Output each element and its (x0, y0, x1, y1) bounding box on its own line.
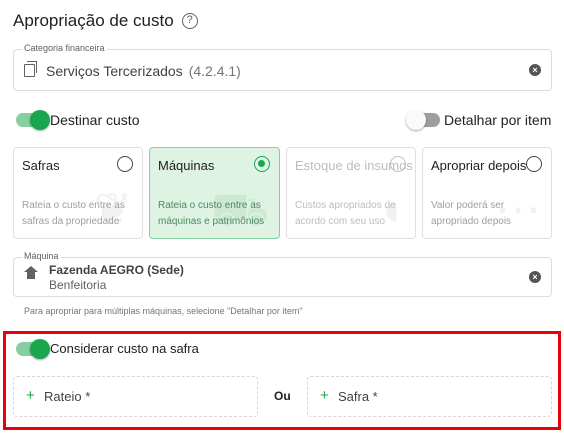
copy-icon (24, 61, 37, 77)
toggle-knob (30, 339, 50, 359)
option-radio (390, 156, 406, 172)
destinar-custo-toggle[interactable] (16, 110, 50, 130)
option-description: Custos apropriados de acordo com seu uso (295, 200, 396, 227)
categoria-financeira-label: Categoria financeira (22, 43, 107, 53)
safra-button[interactable]: + Safra * (307, 376, 552, 417)
page-title-text: Apropriação de custo (13, 11, 174, 30)
categoria-code: (4.2.4.1) (188, 63, 241, 79)
toggle-knob (406, 110, 426, 130)
toggle-knob (30, 110, 50, 130)
rateio-label: Rateio * (44, 389, 91, 404)
maquina-label: Máquina (22, 251, 61, 261)
destinar-custo-label: Destinar custo (50, 112, 140, 128)
option-description: Rateia o custo entre as máquinas e patri… (158, 200, 265, 227)
option-card-maquinas[interactable]: ⛟ Máquinas Rateia o custo entre as máqui… (149, 147, 280, 239)
plus-icon: + (26, 387, 35, 404)
help-circle-icon[interactable]: ? (181, 13, 198, 29)
maquina-subtitle: Benfeitoria (49, 278, 107, 292)
option-radio[interactable] (254, 156, 270, 172)
option-card-apropriar-depois[interactable]: ⋯ Apropriar depois Valor poderá ser apro… (422, 147, 552, 239)
safra-label: Safra * (338, 389, 378, 404)
plus-icon: + (320, 387, 329, 404)
categoria-name: Serviços Tercerizados (46, 63, 183, 79)
considerar-safra-toggle[interactable] (16, 339, 50, 359)
option-card-safras[interactable]: ❦ Safras Rateia o custo entre as safras … (13, 147, 143, 239)
clear-icon[interactable]: × (529, 64, 541, 76)
clear-icon[interactable]: × (529, 271, 541, 283)
maquina-hint: Para apropriar para múltiplas máquinas, … (24, 306, 303, 316)
maquina-name: Fazenda AEGRO (Sede) (49, 263, 184, 277)
page-title: Apropriação de custo ? (13, 11, 198, 31)
option-description: Rateia o custo entre as safras da propri… (22, 200, 125, 227)
option-description: Valor poderá ser apropriado depois (431, 200, 512, 227)
detalhar-por-item-toggle[interactable] (406, 110, 440, 130)
rateio-button[interactable]: + Rateio * (13, 376, 258, 417)
detalhar-por-item-label: Detalhar por item (444, 112, 552, 128)
option-title: Máquinas (158, 158, 215, 173)
ou-separator: Ou (274, 389, 291, 403)
categoria-value: Serviços Tercerizados (4.2.4.1) (46, 63, 241, 79)
home-icon (24, 266, 38, 281)
option-title: Apropriar depois (431, 158, 527, 173)
option-radio[interactable] (526, 156, 542, 172)
considerar-safra-label: Considerar custo na safra (50, 341, 199, 356)
maquina-field[interactable]: Máquina Fazenda AEGRO (Sede) Benfeitoria… (13, 251, 552, 297)
option-title: Safras (22, 158, 60, 173)
option-radio[interactable] (117, 156, 133, 172)
option-card-estoque-insumos: ◖ Estoque de insumos Custos apropriados … (286, 147, 416, 239)
categoria-financeira-field[interactable]: Categoria financeira Serviços Tercerizad… (13, 43, 552, 91)
